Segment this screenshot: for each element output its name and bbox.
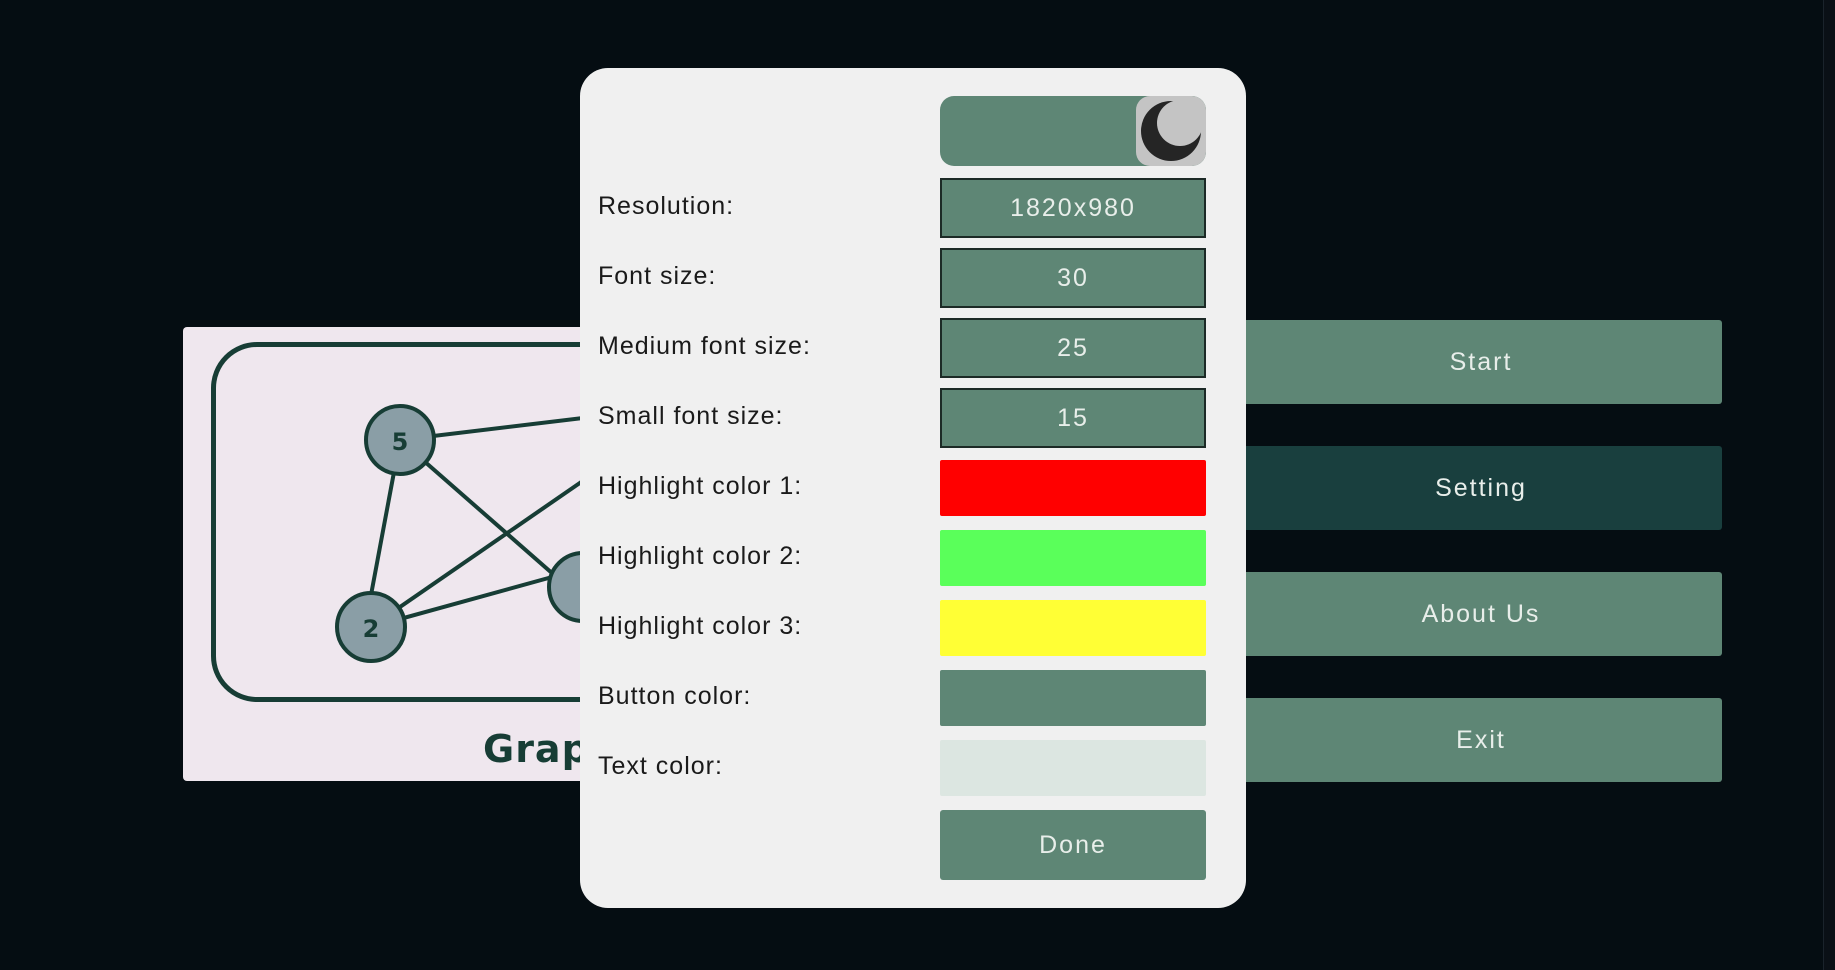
medium-font-size-field[interactable]: 25	[940, 318, 1206, 378]
moon-icon	[1141, 101, 1201, 161]
done-button[interactable]: Done	[940, 810, 1206, 880]
exit-button[interactable]: Exit	[1240, 698, 1722, 782]
about-us-button[interactable]: About Us	[1240, 572, 1722, 656]
setting-button[interactable]: Setting	[1240, 446, 1722, 530]
highlight-color-2-swatch[interactable]	[940, 530, 1206, 586]
small-font-size-field[interactable]: 15	[940, 388, 1206, 448]
graph-node-5-label: 5	[392, 428, 409, 456]
graph-node-2-label: 2	[363, 615, 380, 643]
theme-toggle[interactable]	[940, 96, 1206, 166]
small-font-size-label: Small font size:	[598, 402, 784, 430]
settings-dialog: Resolution: 1820x980 Font size: 30 Mediu…	[580, 68, 1246, 908]
start-button[interactable]: Start	[1240, 320, 1722, 404]
logo-title: Grap	[483, 727, 590, 771]
window-edge	[1823, 0, 1835, 970]
font-size-field[interactable]: 30	[940, 248, 1206, 308]
text-color-label: Text color:	[598, 752, 723, 780]
font-size-label: Font size:	[598, 262, 717, 290]
graph-node-2: 2	[335, 591, 407, 663]
highlight-color-3-label: Highlight color 3:	[598, 612, 803, 640]
highlight-color-1-swatch[interactable]	[940, 460, 1206, 516]
highlight-color-2-label: Highlight color 2:	[598, 542, 803, 570]
resolution-label: Resolution:	[598, 192, 735, 220]
button-color-label: Button color:	[598, 682, 752, 710]
highlight-color-3-swatch[interactable]	[940, 600, 1206, 656]
text-color-swatch[interactable]	[940, 740, 1206, 796]
theme-toggle-knob[interactable]	[1136, 96, 1206, 166]
resolution-field[interactable]: 1820x980	[940, 178, 1206, 238]
medium-font-size-label: Medium font size:	[598, 332, 811, 360]
highlight-color-1-label: Highlight color 1:	[598, 472, 803, 500]
graph-node-5: 5	[364, 404, 436, 476]
button-color-swatch[interactable]	[940, 670, 1206, 726]
